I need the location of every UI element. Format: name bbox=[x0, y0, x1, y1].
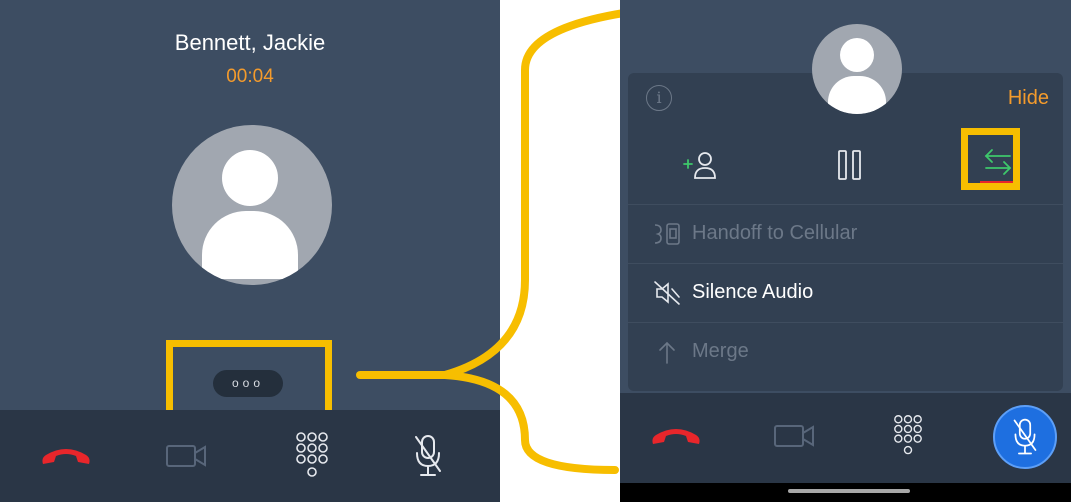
pause-icon bbox=[838, 150, 861, 180]
menu-label: Merge bbox=[692, 340, 749, 362]
end-call-button[interactable] bbox=[38, 410, 94, 502]
menu-item-silence-audio[interactable]: Silence Audio bbox=[628, 264, 1063, 321]
merge-arrow-icon bbox=[659, 341, 675, 364]
video-button[interactable] bbox=[770, 393, 820, 479]
dialpad-icon bbox=[894, 415, 922, 455]
home-indicator[interactable] bbox=[788, 489, 910, 493]
keypad-button[interactable] bbox=[292, 410, 332, 502]
hide-button[interactable]: Hide bbox=[1008, 87, 1049, 110]
video-button[interactable] bbox=[162, 410, 212, 502]
dialpad-icon bbox=[296, 432, 328, 477]
menu-item-merge[interactable]: Merge bbox=[628, 323, 1063, 380]
end-call-button[interactable] bbox=[648, 393, 704, 479]
menu-item-handoff-cellular[interactable]: Handoff to Cellular bbox=[628, 205, 1063, 262]
avatar bbox=[812, 24, 902, 114]
keypad-button[interactable] bbox=[888, 393, 928, 479]
mute-button[interactable] bbox=[993, 405, 1057, 469]
video-camera-icon bbox=[166, 445, 206, 467]
avatar bbox=[172, 125, 332, 285]
menu-label: Silence Audio bbox=[692, 281, 814, 303]
add-participant-button[interactable] bbox=[676, 145, 726, 185]
speaker-muted-icon bbox=[654, 280, 680, 305]
menu-label: Handoff to Cellular bbox=[692, 222, 858, 244]
hold-button[interactable] bbox=[830, 145, 870, 185]
call-screen-expanded: i Hide Handoff to Cellular Silence Audio… bbox=[620, 0, 1071, 502]
video-camera-icon bbox=[774, 425, 814, 447]
info-icon[interactable]: i bbox=[646, 85, 672, 111]
phone-hangup-icon bbox=[42, 449, 90, 464]
home-indicator-bar bbox=[620, 483, 1071, 502]
phone-hangup-icon bbox=[652, 429, 700, 444]
add-person-icon bbox=[683, 152, 716, 179]
handoff-cellular-icon bbox=[654, 222, 680, 245]
zoom-connector bbox=[356, 8, 625, 474]
mic-muted-icon bbox=[1013, 418, 1037, 455]
transfer-highlight bbox=[961, 128, 1020, 190]
more-options-panel: i Hide Handoff to Cellular Silence Audio… bbox=[628, 73, 1063, 391]
